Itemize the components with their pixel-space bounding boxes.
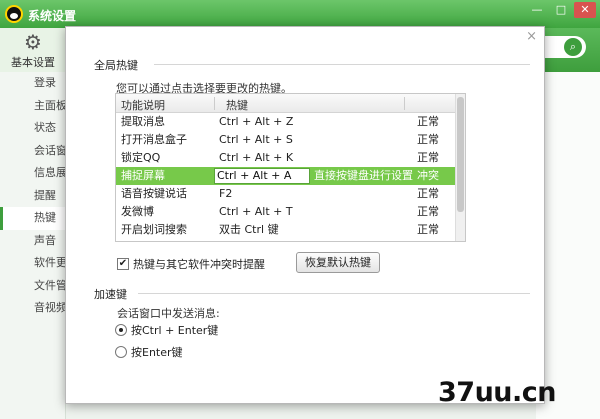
column-separator xyxy=(404,97,405,110)
restore-default-hotkeys-button[interactable]: 恢复默认热键 xyxy=(296,252,380,273)
row-function: 提取消息 xyxy=(121,115,165,128)
section-divider xyxy=(154,64,530,65)
row-status: 正常 xyxy=(417,205,439,218)
sidebar-item-main-panel[interactable]: 主面板 xyxy=(0,95,65,118)
row-hotkey: F2 xyxy=(219,187,233,200)
accelerator-keys-heading: 加速键 xyxy=(94,288,127,301)
sidebar-item-chat-window[interactable]: 会话窗口 xyxy=(0,140,65,163)
close-button[interactable]: ✕ xyxy=(574,2,596,18)
conflict-reminder-label: 热键与其它软件冲突时提醒 xyxy=(133,258,265,271)
table-scrollbar[interactable] xyxy=(455,94,465,241)
table-row[interactable]: 打开消息盒子 Ctrl + Alt + S 正常 xyxy=(116,131,456,149)
table-row[interactable]: 发微博 Ctrl + Alt + T 正常 xyxy=(116,203,456,221)
radio-enter[interactable]: 按Enter键 xyxy=(115,344,183,360)
table-row[interactable]: 语音按键说话 F2 正常 xyxy=(116,185,456,203)
sidebar-item-info-display[interactable]: 信息展示 xyxy=(0,162,65,185)
scrollbar-thumb[interactable] xyxy=(457,97,464,212)
site-watermark: 37uu.cn xyxy=(438,377,557,408)
row-status: 正常 xyxy=(417,223,439,236)
sidebar-item-software-update[interactable]: 软件更新 xyxy=(0,252,65,275)
row-status: 正常 xyxy=(417,151,439,164)
sidebar-item-hotkeys[interactable]: 热键 xyxy=(0,207,65,230)
row-function: 捕捉屏幕 xyxy=(121,169,165,182)
search-icon[interactable]: ⌕ xyxy=(564,38,582,56)
sidebar-item-audio-video[interactable]: 音视频 xyxy=(0,297,65,320)
hotkey-table: 功能说明 热键 提取消息 Ctrl + Alt + Z 正常 打开消息盒子 Ct… xyxy=(115,93,466,242)
table-row-selected[interactable]: 捕捉屏幕 Ctrl + Alt + A 直接按键盘进行设置 冲突 xyxy=(116,167,456,185)
basic-settings-label: 基本设置 xyxy=(11,56,55,69)
table-row[interactable]: 提取消息 Ctrl + Alt + Z 正常 xyxy=(116,113,456,131)
conflict-reminder-checkbox[interactable]: ✔ xyxy=(117,258,129,270)
gear-icon: ⚙ xyxy=(24,30,42,54)
hotkey-rows: 提取消息 Ctrl + Alt + Z 正常 打开消息盒子 Ctrl + Alt… xyxy=(116,113,456,239)
row-status-conflict: 冲突 xyxy=(417,169,439,182)
sidebar-item-login[interactable]: 登录 xyxy=(0,72,65,95)
row-hotkey: 双击 Ctrl 键 xyxy=(219,223,279,236)
radio-ctrl-enter-label: 按Ctrl + Enter键 xyxy=(131,324,219,337)
row-status: 正常 xyxy=(417,115,439,128)
send-message-label: 会话窗口中发送消息: xyxy=(117,307,220,320)
radio-button-checked[interactable] xyxy=(115,324,127,336)
radio-button[interactable] xyxy=(115,346,127,358)
qq-penguin-icon xyxy=(5,5,23,23)
radio-enter-label: 按Enter键 xyxy=(131,346,183,359)
background-content-pane xyxy=(536,72,600,419)
basic-settings-tab[interactable]: ⚙ 基本设置 xyxy=(0,28,66,72)
dialog-close-icon[interactable]: × xyxy=(526,29,537,44)
sidebar-item-status[interactable]: 状态 xyxy=(0,117,65,140)
hotkey-dialog: × 全局热键 您可以通过点击选择要更改的热键。 功能说明 热键 提取消息 Ctr… xyxy=(65,26,545,404)
row-function: 锁定QQ xyxy=(121,151,161,164)
column-separator xyxy=(214,97,215,110)
global-hotkeys-heading: 全局热键 xyxy=(94,59,138,72)
maximize-button[interactable]: □ xyxy=(550,2,572,18)
row-hotkey: Ctrl + Alt + Z xyxy=(219,115,294,128)
sidebar-item-reminder[interactable]: 提醒 xyxy=(0,185,65,208)
hotkey-input[interactable]: Ctrl + Alt + A xyxy=(214,168,310,184)
section-divider xyxy=(138,293,530,294)
table-row[interactable]: 开启划词搜索 双击 Ctrl 键 正常 xyxy=(116,221,456,239)
radio-ctrl-enter[interactable]: 按Ctrl + Enter键 xyxy=(115,322,218,338)
window-controls: — □ ✕ xyxy=(526,2,596,18)
row-hotkey: Ctrl + Alt + T xyxy=(219,205,293,218)
row-function: 开启划词搜索 xyxy=(121,223,187,236)
title-bar: 系统设置 — □ ✕ xyxy=(0,0,600,28)
row-status: 正常 xyxy=(417,187,439,200)
row-status: 正常 xyxy=(417,133,439,146)
row-function: 打开消息盒子 xyxy=(121,133,187,146)
window-title: 系统设置 xyxy=(28,9,77,23)
sidebar-item-file-management[interactable]: 文件管理 xyxy=(0,275,65,298)
row-hotkey: Ctrl + Alt + S xyxy=(219,133,293,146)
minimize-button[interactable]: — xyxy=(526,2,548,18)
row-function: 发微博 xyxy=(121,205,154,218)
conflict-reminder-option[interactable]: ✔ 热键与其它软件冲突时提醒 xyxy=(117,256,265,272)
table-header: 功能说明 热键 xyxy=(116,94,456,113)
row-function: 语音按键说话 xyxy=(121,187,187,200)
settings-sidebar: 登录 主面板 状态 会话窗口 信息展示 提醒 热键 声音 软件更新 文件管理 音… xyxy=(0,72,66,419)
table-row[interactable]: 锁定QQ Ctrl + Alt + K 正常 xyxy=(116,149,456,167)
hotkey-input-tip: 直接按键盘进行设置 xyxy=(314,169,413,182)
sidebar-item-sound[interactable]: 声音 xyxy=(0,230,65,253)
column-header-hotkey[interactable]: 热键 xyxy=(226,97,248,113)
row-hotkey: Ctrl + Alt + K xyxy=(219,151,294,164)
column-header-function[interactable]: 功能说明 xyxy=(121,97,165,113)
